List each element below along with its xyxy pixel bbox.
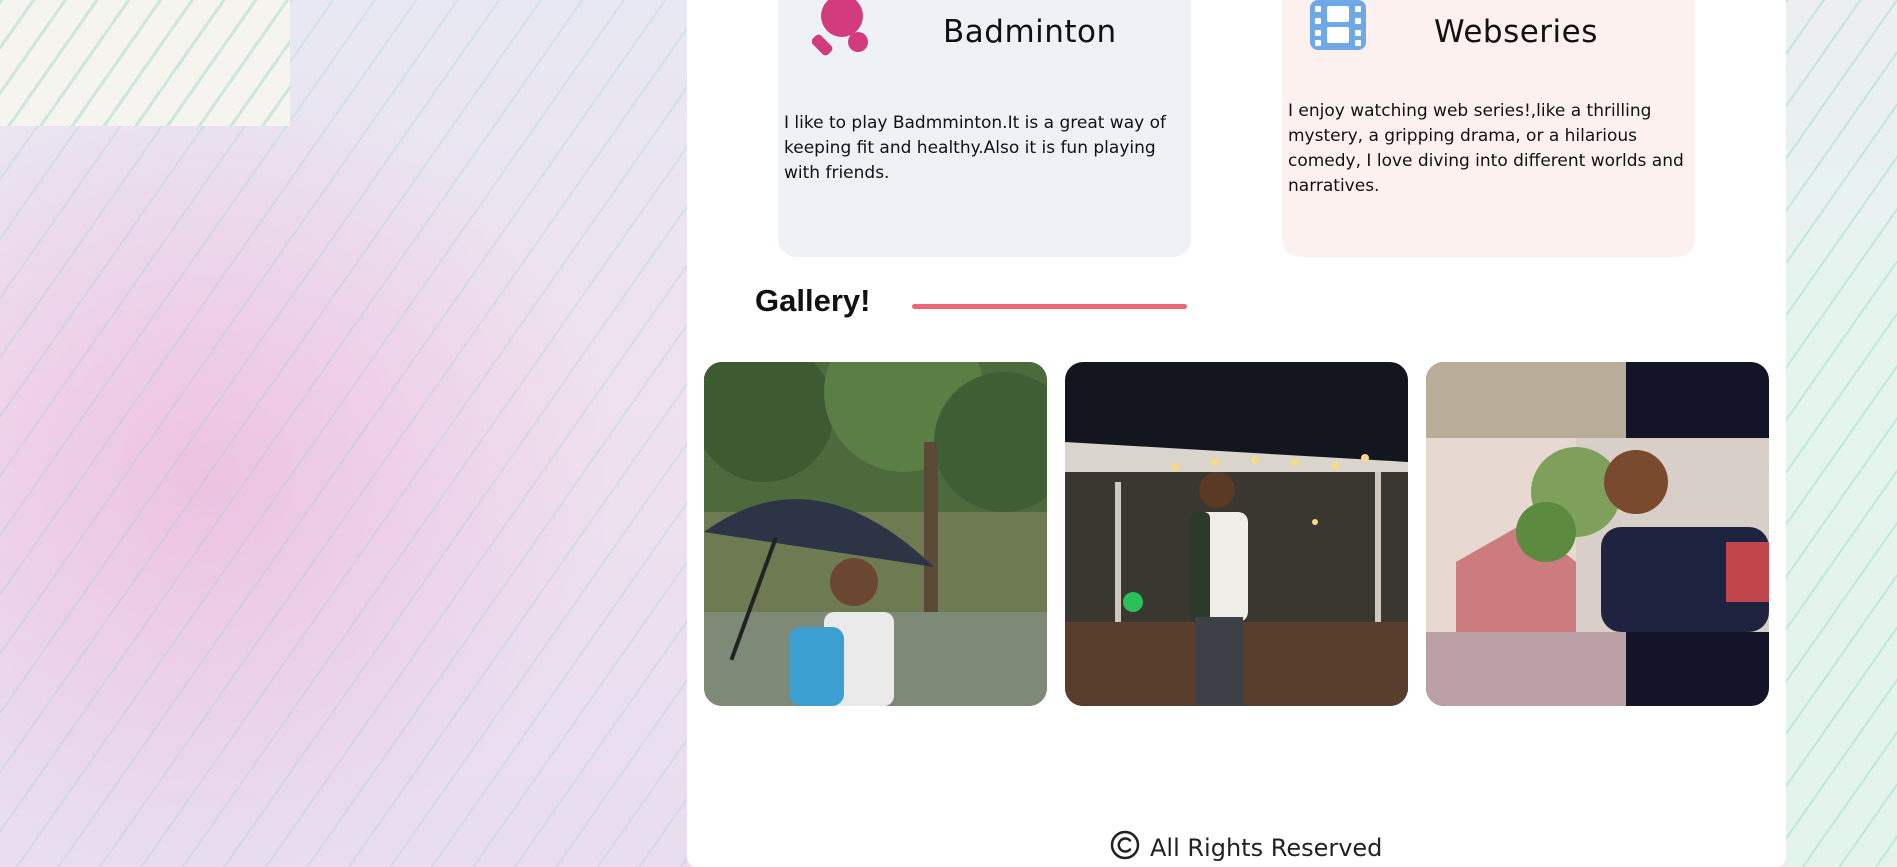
copyright-icon <box>1110 830 1140 865</box>
photo-restaurant[interactable] <box>1065 362 1408 706</box>
photo-selfie[interactable] <box>1426 362 1769 706</box>
photo-umbrella[interactable] <box>704 362 1047 706</box>
gallery-title-underline <box>912 304 1187 309</box>
hobby-card-webseries: Webseries I enjoy watching web series!,l… <box>1282 0 1695 257</box>
footer: All Rights Reserved <box>1110 830 1382 865</box>
background-left <box>0 0 690 867</box>
card-title: Badminton <box>943 14 1117 50</box>
film-strip-icon <box>1309 0 1367 57</box>
card-description: I like to play Badmminton.It is a great … <box>784 113 1166 183</box>
ping-pong-paddle-icon <box>811 0 872 61</box>
card-title: Webseries <box>1434 14 1598 50</box>
footer-text: All Rights Reserved <box>1150 833 1383 862</box>
background-left-top <box>0 0 290 126</box>
hobby-card-badminton: Badminton I like to play Badmminton.It i… <box>778 0 1191 257</box>
background-right <box>1786 0 1897 867</box>
card-description: I enjoy watching web series!,like a thri… <box>1288 101 1684 196</box>
gallery-title: Gallery! <box>755 283 871 318</box>
